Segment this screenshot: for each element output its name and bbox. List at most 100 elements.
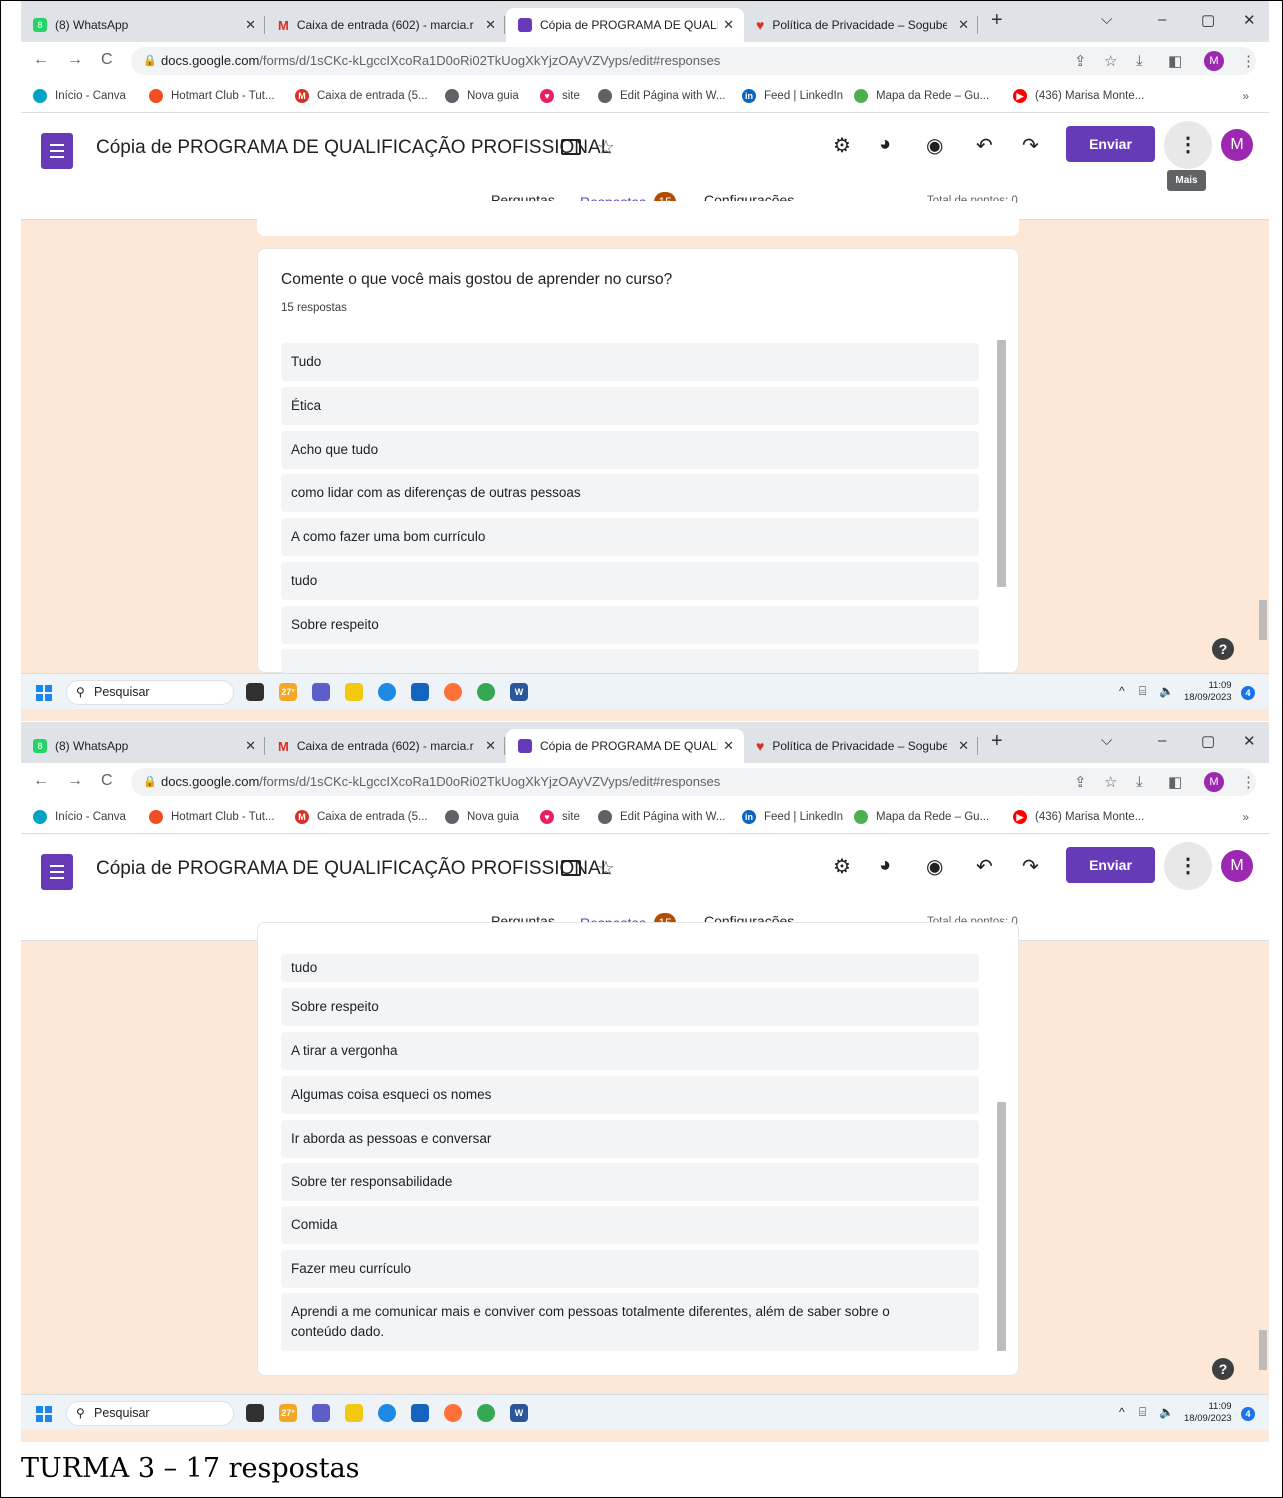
url-bar[interactable]: 🔒 docs.google.com/forms/d/1sCKc-kLgccIXco… bbox=[131, 47, 1256, 75]
bookmark-item[interactable]: Edit Página with W... bbox=[598, 89, 725, 103]
profile-avatar[interactable]: M bbox=[1204, 51, 1224, 71]
close-tab-icon[interactable]: ✕ bbox=[958, 738, 969, 754]
browser-tab[interactable]: M Caixa de entrada (602) - marcia.r ✕ bbox=[266, 8, 506, 42]
new-tab-button[interactable]: + bbox=[991, 9, 1003, 32]
bookmark-item[interactable]: M Caixa de entrada (5... bbox=[295, 810, 428, 824]
bookmark-item[interactable]: Nova guia bbox=[445, 89, 519, 103]
store-icon[interactable] bbox=[411, 683, 429, 701]
file-explorer-icon[interactable] bbox=[345, 1404, 363, 1422]
download-icon[interactable]: ⤓ bbox=[1136, 53, 1143, 70]
bookmark-item[interactable]: in Feed | LinkedIn bbox=[742, 810, 843, 824]
send-button[interactable]: Enviar bbox=[1066, 847, 1155, 883]
weather-icon[interactable]: 27° bbox=[279, 683, 297, 701]
profile-avatar[interactable]: M bbox=[1204, 772, 1224, 792]
side-panel-icon[interactable]: ◧ bbox=[1168, 52, 1182, 70]
redo-icon[interactable]: ↷ bbox=[1022, 854, 1039, 879]
back-icon[interactable]: ← bbox=[33, 51, 49, 69]
close-tab-icon[interactable]: ✕ bbox=[958, 17, 969, 33]
browser-tab[interactable]: ♥ Política de Privacidade – Sogube ✕ bbox=[744, 8, 979, 42]
preview-eye-icon[interactable]: ◉ bbox=[926, 133, 943, 158]
close-tab-icon[interactable]: ✕ bbox=[485, 17, 496, 33]
notification-badge[interactable]: 4 bbox=[1241, 686, 1255, 700]
close-window-icon[interactable]: ✕ bbox=[1243, 11, 1256, 29]
network-icon[interactable]: ⌸ bbox=[1139, 684, 1146, 699]
star-icon[interactable]: ☆ bbox=[597, 856, 615, 881]
chrome-menu-icon[interactable]: ⋮ bbox=[1241, 52, 1256, 70]
forward-icon[interactable]: → bbox=[67, 772, 83, 790]
help-icon[interactable]: ? bbox=[1212, 638, 1234, 660]
volume-icon[interactable]: 🔈 bbox=[1159, 684, 1174, 698]
browser-tab[interactable]: 8 (8) WhatsApp ✕ bbox=[21, 729, 266, 763]
network-icon[interactable]: ⌸ bbox=[1139, 1405, 1146, 1420]
bookmark-item[interactable]: Início - Canva bbox=[33, 810, 126, 824]
firefox-icon[interactable] bbox=[444, 1404, 462, 1422]
back-icon[interactable]: ← bbox=[33, 772, 49, 790]
help-icon[interactable]: ? bbox=[1212, 1358, 1234, 1380]
addon-puzzle-icon[interactable]: ⚙ bbox=[833, 854, 851, 879]
bookmark-item[interactable]: ♥ site bbox=[540, 810, 580, 824]
chrome-icon[interactable] bbox=[477, 683, 495, 701]
form-title[interactable]: Cópia de PROGRAMA DE QUALIFICAÇÃO PROFIS… bbox=[96, 858, 611, 880]
windows-start-icon[interactable] bbox=[36, 685, 52, 701]
word-icon[interactable]: W bbox=[510, 683, 528, 701]
firefox-icon[interactable] bbox=[444, 683, 462, 701]
close-tab-icon[interactable]: ✕ bbox=[245, 17, 256, 33]
browser-tab[interactable]: M Caixa de entrada (602) - marcia.r ✕ bbox=[266, 729, 506, 763]
edge-icon[interactable] bbox=[378, 1404, 396, 1422]
more-options-icon[interactable]: ⋮ bbox=[1164, 842, 1212, 890]
account-avatar[interactable]: M bbox=[1221, 129, 1253, 161]
responses-scrollbar[interactable] bbox=[997, 1102, 1006, 1351]
account-avatar[interactable]: M bbox=[1221, 850, 1253, 882]
palette-icon[interactable]: ◕ bbox=[879, 133, 891, 156]
star-icon[interactable]: ☆ bbox=[597, 135, 615, 160]
bookmark-item[interactable]: Mapa da Rede – Gu... bbox=[854, 89, 989, 103]
chrome-icon[interactable] bbox=[477, 1404, 495, 1422]
maximize-icon[interactable]: ▢ bbox=[1201, 11, 1215, 29]
tab-search-icon[interactable]: ⌵ bbox=[1101, 11, 1112, 28]
tab-search-icon[interactable]: ⌵ bbox=[1101, 732, 1112, 749]
minimize-icon[interactable]: – bbox=[1158, 11, 1166, 28]
windows-start-icon[interactable] bbox=[36, 1406, 52, 1422]
close-window-icon[interactable]: ✕ bbox=[1243, 732, 1256, 750]
close-tab-icon[interactable]: ✕ bbox=[723, 738, 734, 754]
undo-icon[interactable]: ↶ bbox=[976, 133, 993, 158]
undo-icon[interactable]: ↶ bbox=[976, 854, 993, 879]
teams-icon[interactable] bbox=[312, 683, 330, 701]
reload-icon[interactable]: C bbox=[101, 772, 113, 790]
browser-tab[interactable]: 8 (8) WhatsApp ✕ bbox=[21, 8, 266, 42]
teams-icon[interactable] bbox=[312, 1404, 330, 1422]
send-button[interactable]: Enviar bbox=[1066, 126, 1155, 162]
taskbar-search[interactable]: ⚲ Pesquisar bbox=[66, 1401, 234, 1426]
browser-tab[interactable]: Cópia de PROGRAMA DE QUALIF ✕ bbox=[506, 729, 744, 763]
maximize-icon[interactable]: ▢ bbox=[1201, 732, 1215, 750]
download-icon[interactable]: ⤓ bbox=[1136, 774, 1143, 791]
addon-puzzle-icon[interactable]: ⚙ bbox=[833, 133, 851, 158]
responses-scrollbar[interactable] bbox=[997, 340, 1006, 587]
browser-tab[interactable]: Cópia de PROGRAMA DE QUALIF ✕ bbox=[506, 8, 744, 42]
preview-eye-icon[interactable]: ◉ bbox=[926, 854, 943, 879]
taskbar-clock[interactable]: 11:09 18/09/2023 bbox=[1184, 680, 1232, 704]
forward-icon[interactable]: → bbox=[67, 51, 83, 69]
bookmark-item[interactable]: Hotmart Club - Tut... bbox=[149, 810, 275, 824]
folder-icon[interactable] bbox=[561, 860, 581, 876]
redo-icon[interactable]: ↷ bbox=[1022, 133, 1039, 158]
task-view-icon[interactable] bbox=[246, 683, 264, 701]
tray-chevron-icon[interactable]: ^ bbox=[1119, 684, 1125, 698]
store-icon[interactable] bbox=[411, 1404, 429, 1422]
chrome-menu-icon[interactable]: ⋮ bbox=[1241, 773, 1256, 791]
url-bar[interactable]: 🔒 docs.google.com/forms/d/1sCKc-kLgccIXco… bbox=[131, 768, 1256, 796]
bookmark-item[interactable]: Mapa da Rede – Gu... bbox=[854, 810, 989, 824]
close-tab-icon[interactable]: ✕ bbox=[485, 738, 496, 754]
page-scrollbar[interactable] bbox=[1259, 1330, 1267, 1370]
page-scrollbar[interactable] bbox=[1259, 600, 1267, 640]
minimize-icon[interactable]: – bbox=[1158, 732, 1166, 749]
more-bookmarks-icon[interactable]: » bbox=[1242, 810, 1249, 824]
folder-icon[interactable] bbox=[561, 139, 581, 155]
taskbar-search[interactable]: ⚲ Pesquisar bbox=[66, 680, 234, 705]
share-icon[interactable]: ⇪ bbox=[1074, 773, 1087, 791]
new-tab-button[interactable]: + bbox=[991, 730, 1003, 753]
bookmark-item[interactable]: M Caixa de entrada (5... bbox=[295, 89, 428, 103]
task-view-icon[interactable] bbox=[246, 1404, 264, 1422]
bookmark-star-icon[interactable]: ☆ bbox=[1104, 52, 1117, 70]
more-options-icon[interactable]: ⋮ bbox=[1164, 121, 1212, 169]
